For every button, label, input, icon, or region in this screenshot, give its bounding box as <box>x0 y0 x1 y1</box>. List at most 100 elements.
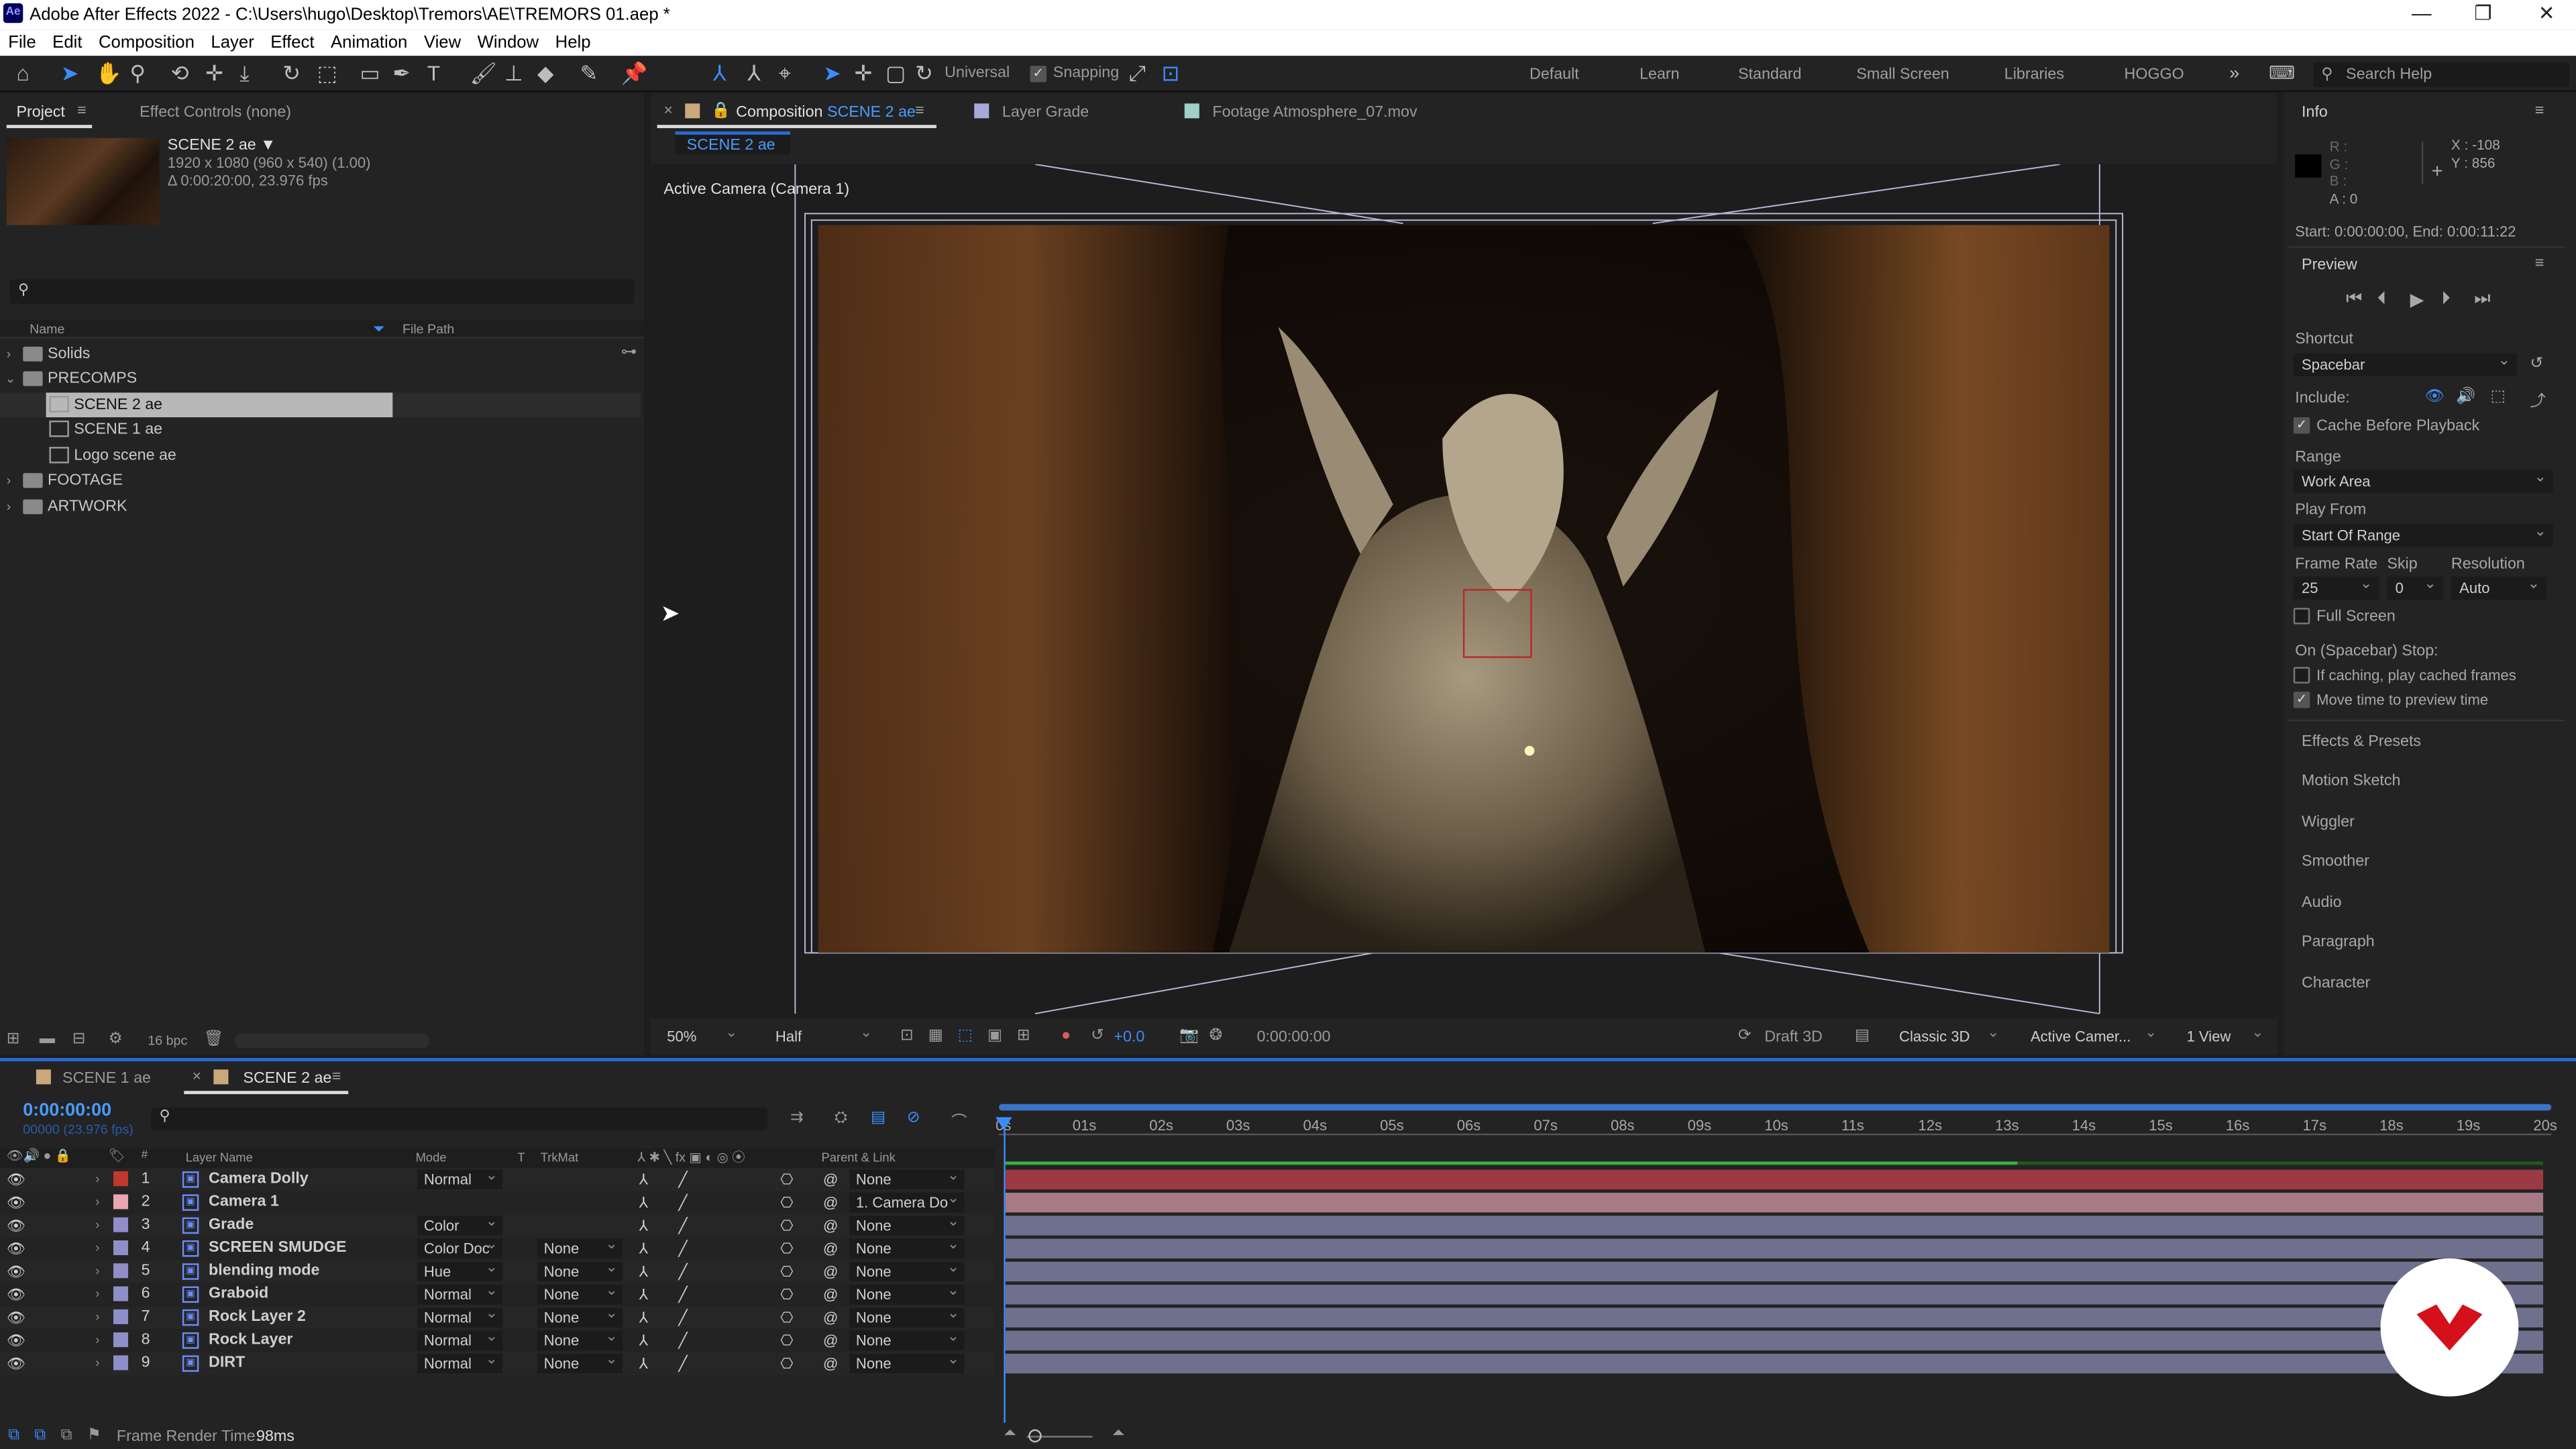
brush-tool-icon[interactable]: 🖌 <box>470 61 496 87</box>
scale-gizmo-icon[interactable]: ▢ <box>885 61 906 87</box>
selection-tool-icon[interactable]: ➤ <box>61 61 79 87</box>
parent-dropdown[interactable]: None <box>849 1303 965 1328</box>
label-color-swatch[interactable] <box>113 1332 129 1348</box>
cache-before-playback-checkbox[interactable]: ✓ <box>2293 417 2310 434</box>
export-icon[interactable]: ⤴ <box>2530 388 2545 411</box>
quality-switch-icon[interactable]: ╱ <box>678 1260 687 1283</box>
next-frame-icon[interactable]: ⏵ <box>2441 289 2450 311</box>
thumbnail-scrollbar[interactable] <box>235 1033 429 1049</box>
chevron-right-icon[interactable]: › <box>7 468 11 493</box>
menu-edit[interactable]: Edit <box>52 30 82 56</box>
exposure-value[interactable]: +0.0 <box>1114 1028 1144 1046</box>
pick-whip-icon[interactable]: @ <box>823 1352 838 1375</box>
chevron-down-icon[interactable]: ⌄ <box>5 366 15 391</box>
first-frame-icon[interactable]: ⏮ <box>2346 289 2362 311</box>
col-t[interactable]: T <box>517 1150 525 1165</box>
minimize-icon[interactable]: — <box>2412 1 2431 24</box>
workspace-small-screen[interactable]: Small Screen <box>1856 66 1949 84</box>
label-color-swatch[interactable] <box>113 1171 129 1187</box>
3d-layer-icon[interactable]: ⎔ <box>780 1283 793 1306</box>
quality-switch-icon[interactable]: ╱ <box>678 1352 687 1375</box>
layer-name[interactable]: DIRT <box>209 1352 245 1375</box>
snap-edges-icon[interactable]: ⤢ <box>1128 61 1145 87</box>
anchor-point-tool-icon[interactable]: ⬚ <box>317 61 337 87</box>
pick-whip-icon[interactable]: @ <box>823 1329 838 1352</box>
quality-switch-icon[interactable]: ╱ <box>678 1237 687 1260</box>
resolution-dropdown[interactable]: Half <box>769 1022 877 1047</box>
close-tab-icon[interactable]: × <box>193 1068 202 1086</box>
current-time-display[interactable]: 0:00:00:00 <box>1256 1028 1330 1046</box>
col-file-path[interactable]: File Path <box>402 322 454 337</box>
shy-switch-icon[interactable]: ⅄ <box>639 1168 648 1191</box>
fast-previews-icon[interactable]: ⊡ <box>900 1027 914 1045</box>
bit-depth-button[interactable]: 16 bpc <box>148 1033 187 1048</box>
label-color-swatch[interactable] <box>113 1309 129 1324</box>
tab-composition[interactable]: Composition SCENE 2 ae <box>736 103 916 121</box>
track-matte-dropdown[interactable]: None <box>537 1234 623 1258</box>
frame-blending-icon[interactable]: ⊘ <box>907 1109 920 1127</box>
new-folder-icon[interactable]: ▬ <box>40 1030 55 1049</box>
type-tool-icon[interactable]: T <box>427 61 440 87</box>
shortcut-dropdown[interactable]: Spacebar <box>2293 348 2517 376</box>
chevron-right-icon[interactable]: › <box>95 1260 100 1283</box>
pick-whip-icon[interactable]: @ <box>823 1168 838 1191</box>
parent-dropdown[interactable]: 1. Camera Do <box>849 1188 965 1213</box>
comp-name[interactable]: SCENE 2 ae ▼ <box>168 136 276 154</box>
label-color-swatch[interactable] <box>113 1194 129 1210</box>
label-color-swatch[interactable] <box>113 1355 129 1371</box>
layer-name[interactable]: Camera 1 <box>209 1191 279 1214</box>
eye-icon[interactable]: 👁 <box>7 1306 25 1329</box>
3d-layer-icon[interactable]: ⎔ <box>780 1191 793 1214</box>
search-help-field[interactable]: ⚲ Search Help <box>2313 62 2570 87</box>
close-tab-icon[interactable]: × <box>663 102 673 120</box>
layer-name[interactable]: Rock Layer 2 <box>209 1306 306 1329</box>
layer-duration-bar[interactable] <box>1005 1330 2544 1351</box>
previous-frame-icon[interactable]: ⏴ <box>2377 289 2386 311</box>
shy-switch-icon[interactable]: ⅄ <box>639 1306 648 1329</box>
chevron-right-icon[interactable]: › <box>95 1352 100 1375</box>
lock-icon[interactable]: 🔒 <box>711 102 731 120</box>
parent-dropdown[interactable]: None <box>849 1256 965 1282</box>
pan-camera-icon[interactable]: ✛ <box>205 61 223 87</box>
shy-switch-icon[interactable]: ⅄ <box>639 1329 648 1352</box>
label-color-swatch[interactable] <box>113 1263 129 1279</box>
snapshot-icon[interactable]: 📷 <box>1179 1027 1199 1045</box>
col-parent-link[interactable]: Parent & Link <box>822 1150 896 1165</box>
render-time-icon[interactable]: ⚑ <box>87 1426 101 1444</box>
roto-brush-tool-icon[interactable]: ✎ <box>580 61 598 87</box>
tab-project[interactable]: Project <box>16 103 64 121</box>
blend-mode-dropdown[interactable]: Normal <box>417 1165 503 1190</box>
show-snapshot-icon[interactable]: ❂ <box>1209 1027 1222 1045</box>
work-area-bar[interactable] <box>998 1104 2552 1111</box>
if-caching-checkbox[interactable] <box>2293 667 2310 684</box>
3d-layer-icon[interactable]: ⎔ <box>780 1168 793 1191</box>
panel-effects-presets[interactable]: Effects & Presets <box>2302 733 2421 751</box>
eye-icon[interactable]: 👁 <box>7 1260 25 1283</box>
workspace-standard[interactable]: Standard <box>1738 66 1801 84</box>
channel-rgb-icon[interactable]: ● <box>1061 1027 1071 1045</box>
eraser-tool-icon[interactable]: ◆ <box>537 61 553 87</box>
camera-view-dropdown[interactable]: Active Camer... <box>2024 1022 2162 1047</box>
zoom-tool-icon[interactable]: ⚲ <box>129 61 145 87</box>
track-matte-dropdown[interactable]: None <box>537 1326 623 1351</box>
layer-name[interactable]: Camera Dolly <box>209 1168 309 1191</box>
project-item[interactable]: › ARTWORK <box>0 494 641 519</box>
rotate-gizmo-icon[interactable]: ↻ <box>915 61 933 87</box>
panel-menu-icon[interactable]: ≡ <box>2535 255 2544 273</box>
layer-duration-bar[interactable] <box>1005 1261 2544 1282</box>
col-trkmat[interactable]: TrkMat <box>541 1150 578 1165</box>
parent-dropdown[interactable]: None <box>849 1280 965 1305</box>
blend-mode-dropdown[interactable]: Color Doc <box>417 1234 503 1258</box>
layer-name[interactable]: blending mode <box>209 1260 319 1283</box>
quality-switch-icon[interactable]: ╱ <box>678 1329 687 1352</box>
track-matte-dropdown[interactable]: None <box>537 1303 623 1328</box>
chevron-right-icon[interactable]: › <box>7 341 11 366</box>
menu-window[interactable]: Window <box>478 30 539 56</box>
panel-menu-icon[interactable]: ≡ <box>332 1068 341 1086</box>
eye-icon[interactable]: 👁 <box>7 1283 25 1306</box>
more-workspaces-icon[interactable]: » <box>2229 61 2239 87</box>
panel-menu-icon[interactable]: ≡ <box>2535 102 2544 120</box>
parent-dropdown[interactable]: None <box>849 1349 965 1374</box>
layer-row[interactable]: 👁 › 1 ▣ Camera Dolly Normal ⅄ ╱ ⎔ @ None <box>0 1165 994 1191</box>
sync-settings-icon[interactable]: ⌨ <box>2269 61 2295 87</box>
